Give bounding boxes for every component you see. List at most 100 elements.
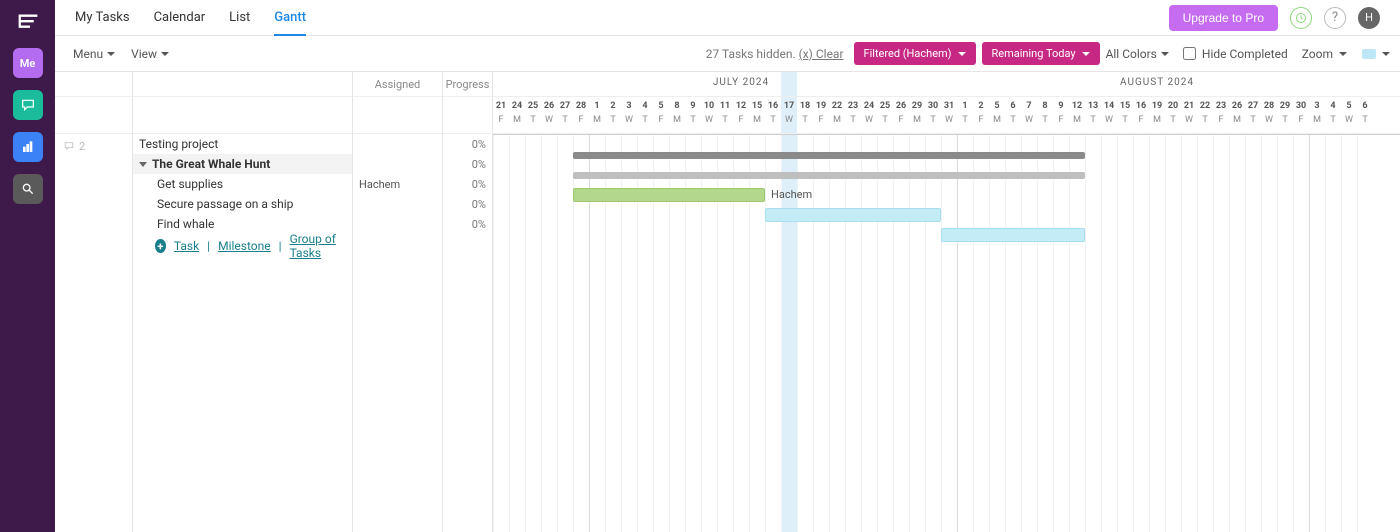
day-header[interactable]: 19F bbox=[813, 97, 829, 133]
day-header[interactable]: 29T bbox=[1277, 97, 1293, 133]
gantt-bar[interactable] bbox=[765, 208, 941, 222]
hidden-tasks-info: 27 Tasks hidden. (x) Clear bbox=[706, 47, 844, 61]
day-header[interactable]: 23F bbox=[1213, 97, 1229, 133]
day-header[interactable]: 27T bbox=[1245, 97, 1261, 133]
add-task-link[interactable]: Task bbox=[174, 239, 199, 253]
day-header[interactable]: 11T bbox=[717, 97, 733, 133]
filter-pill[interactable]: Filtered (Hachem) bbox=[854, 42, 976, 65]
day-header[interactable]: 28F bbox=[573, 97, 589, 133]
day-header[interactable]: 31W bbox=[941, 97, 957, 133]
day-header[interactable]: 9T bbox=[685, 97, 701, 133]
day-header[interactable]: 27T bbox=[557, 97, 573, 133]
day-header[interactable]: 12M bbox=[1069, 97, 1085, 133]
day-header[interactable]: 4T bbox=[1325, 97, 1341, 133]
gantt-bar[interactable] bbox=[941, 228, 1085, 242]
add-plus-icon[interactable]: + bbox=[155, 239, 166, 253]
tab-gantt[interactable]: Gantt bbox=[274, 0, 306, 35]
day-header[interactable]: 5W bbox=[1341, 97, 1357, 133]
day-header[interactable]: 24W bbox=[861, 97, 877, 133]
sidebar-me-button[interactable]: Me bbox=[13, 48, 43, 78]
day-header[interactable]: 6T bbox=[1005, 97, 1021, 133]
colors-dropdown[interactable]: All Colors bbox=[1106, 47, 1169, 61]
day-header[interactable]: 22M bbox=[829, 97, 845, 133]
gantt-bar[interactable] bbox=[573, 152, 1085, 159]
day-header[interactable]: 21F bbox=[493, 97, 509, 133]
day-header[interactable]: 25T bbox=[525, 97, 541, 133]
day-header[interactable]: 5F bbox=[653, 97, 669, 133]
day-header[interactable]: 5M bbox=[989, 97, 1005, 133]
day-header[interactable]: 16T bbox=[765, 97, 781, 133]
upgrade-button[interactable]: Upgrade to Pro bbox=[1169, 5, 1278, 31]
day-header[interactable]: 16F bbox=[1133, 97, 1149, 133]
day-header[interactable]: 18T bbox=[797, 97, 813, 133]
day-header[interactable]: 30F bbox=[1293, 97, 1309, 133]
day-header[interactable]: 2T bbox=[605, 97, 621, 133]
sidebar-chart-button[interactable] bbox=[13, 132, 43, 162]
gantt-bar[interactable] bbox=[573, 172, 1085, 179]
day-header[interactable]: 26W bbox=[541, 97, 557, 133]
tab-calendar[interactable]: Calendar bbox=[154, 0, 206, 35]
day-header[interactable]: 1T bbox=[957, 97, 973, 133]
day-header[interactable]: 25T bbox=[877, 97, 893, 133]
day-header[interactable]: 22T bbox=[1197, 97, 1213, 133]
task-row[interactable]: Testing project bbox=[133, 134, 352, 154]
day-header[interactable]: 9F bbox=[1053, 97, 1069, 133]
task-row[interactable]: Get supplies bbox=[133, 174, 352, 194]
day-header[interactable]: 4T bbox=[637, 97, 653, 133]
tab-my-tasks[interactable]: My Tasks bbox=[75, 0, 130, 35]
day-header[interactable]: 8M bbox=[669, 97, 685, 133]
progress-cell: 0% bbox=[443, 214, 492, 234]
day-header[interactable]: 1M bbox=[589, 97, 605, 133]
gantt-bar[interactable] bbox=[573, 188, 765, 202]
hide-completed-checkbox[interactable]: Hide Completed bbox=[1183, 47, 1288, 61]
day-header[interactable]: 8T bbox=[1037, 97, 1053, 133]
sidebar-search-button[interactable] bbox=[13, 174, 43, 204]
view-dropdown[interactable]: View bbox=[123, 43, 177, 65]
day-header[interactable]: 28W bbox=[1261, 97, 1277, 133]
assigned-cell bbox=[353, 194, 442, 214]
day-header[interactable]: 20T bbox=[1165, 97, 1181, 133]
day-header[interactable]: 26F bbox=[893, 97, 909, 133]
day-header[interactable]: 24M bbox=[509, 97, 525, 133]
user-avatar[interactable]: H bbox=[1358, 7, 1380, 29]
day-header[interactable]: 2F bbox=[973, 97, 989, 133]
comment-count-icon[interactable]: 2 bbox=[63, 140, 85, 153]
day-header[interactable]: 14W bbox=[1101, 97, 1117, 133]
day-header[interactable]: 10W bbox=[701, 97, 717, 133]
day-header[interactable]: 15M bbox=[749, 97, 765, 133]
day-header[interactable]: 15T bbox=[1117, 97, 1133, 133]
day-header[interactable]: 13T bbox=[1085, 97, 1101, 133]
gutter-column: 2 bbox=[55, 72, 133, 532]
day-header[interactable]: 3W bbox=[621, 97, 637, 133]
tab-list[interactable]: List bbox=[229, 0, 250, 35]
app-logo[interactable] bbox=[15, 10, 41, 36]
task-row[interactable]: The Great Whale Hunt bbox=[133, 154, 352, 174]
day-header[interactable]: 7W bbox=[1021, 97, 1037, 133]
sidebar-chat-button[interactable] bbox=[13, 90, 43, 120]
day-header[interactable]: 12F bbox=[733, 97, 749, 133]
help-icon[interactable]: ? bbox=[1324, 7, 1346, 29]
gantt-timeline[interactable]: JULY 2024AUGUST 2024 21F24M25T26W27T28F1… bbox=[493, 72, 1400, 532]
add-milestone-link[interactable]: Milestone bbox=[218, 239, 271, 253]
day-header[interactable]: 30T bbox=[925, 97, 941, 133]
day-header[interactable]: 29M bbox=[909, 97, 925, 133]
progress-column: Progress 0%0%0%0%0% bbox=[443, 72, 493, 532]
task-row[interactable]: Secure passage on a ship bbox=[133, 194, 352, 214]
day-header[interactable]: 6T bbox=[1357, 97, 1373, 133]
day-header[interactable]: 23T bbox=[845, 97, 861, 133]
remaining-today-pill[interactable]: Remaining Today bbox=[982, 42, 1100, 65]
task-row[interactable]: Find whale bbox=[133, 214, 352, 234]
zoom-dropdown[interactable]: Zoom bbox=[1302, 47, 1390, 61]
day-header[interactable]: 3M bbox=[1309, 97, 1325, 133]
assigned-cell bbox=[353, 214, 442, 234]
menu-dropdown[interactable]: Menu bbox=[65, 43, 123, 65]
color-chip[interactable] bbox=[1362, 49, 1376, 59]
assigned-header: Assigned bbox=[353, 72, 442, 97]
day-header[interactable]: 19M bbox=[1149, 97, 1165, 133]
recent-icon[interactable] bbox=[1290, 7, 1312, 29]
day-header[interactable]: 21W bbox=[1181, 97, 1197, 133]
clear-hidden-link[interactable]: (x) Clear bbox=[799, 47, 844, 61]
add-group-link[interactable]: Group of Tasks bbox=[290, 232, 352, 260]
day-header[interactable]: 26M bbox=[1229, 97, 1245, 133]
day-header[interactable]: 17W bbox=[781, 97, 797, 133]
